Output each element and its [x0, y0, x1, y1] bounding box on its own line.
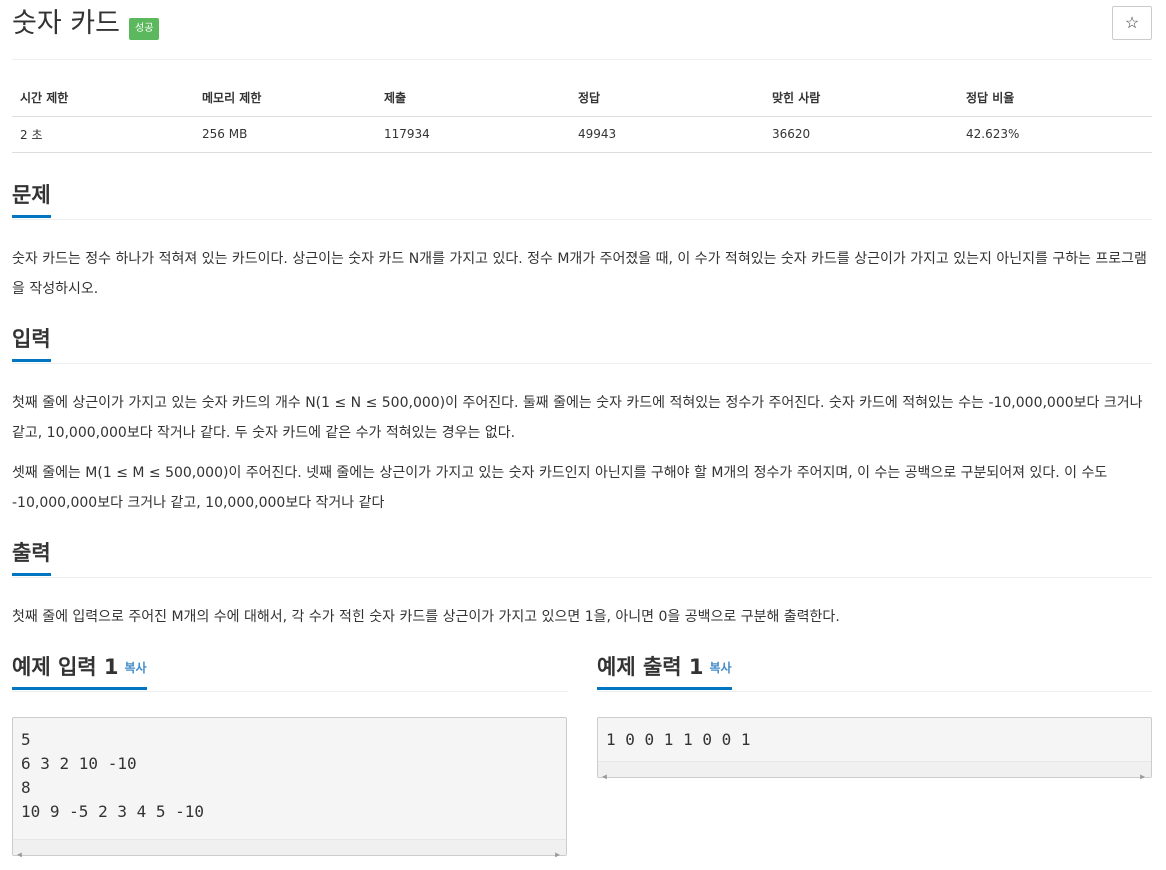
star-icon: ☆ [1124, 15, 1140, 32]
input-description-2: 셋째 줄에는 M(1 ≤ M ≤ 500,000)이 주어진다. 넷째 줄에는 … [12, 465, 1108, 511]
input-description-1: 첫째 줄에 상근이가 가지고 있는 숫자 카드의 개수 N(1 ≤ N ≤ 50… [12, 395, 1143, 441]
scroll-left-icon[interactable]: ◀ [602, 765, 607, 789]
sample-input-box[interactable]: 5 6 3 2 10 -10 8 10 9 -5 2 3 4 5 -10 ◀ ▶ [12, 717, 567, 859]
output-description: 첫째 줄에 입력으로 주어진 M개의 수에 대해서, 각 수가 적힌 숫자 카드… [12, 609, 840, 625]
scroll-right-icon[interactable]: ▶ [1140, 765, 1145, 789]
sample-input-scrollbar[interactable]: ◀ ▶ [13, 839, 566, 859]
header-accepted: 정답 [570, 80, 764, 117]
header-solved-users: 맞힌 사람 [764, 80, 958, 117]
copy-sample-output-button[interactable]: 복사 [710, 661, 732, 675]
output-section-header: 출력 [12, 538, 1152, 578]
input-section-title: 입력 [12, 324, 51, 362]
value-solved-users: 36620 [764, 116, 958, 153]
problem-description: 숫자 카드는 정수 하나가 적혀져 있는 카드이다. 상근이는 숫자 카드 N개… [12, 251, 1147, 297]
sample-output-scrollbar[interactable]: ◀ ▶ [598, 761, 1151, 781]
table-row: 2 초 256 MB 117934 49943 36620 42.623% [12, 116, 1152, 153]
copy-sample-input-button[interactable]: 복사 [125, 661, 147, 675]
sample-output-content: 1 0 0 1 1 0 0 1 [606, 730, 751, 749]
star-button[interactable]: ☆ [1112, 6, 1152, 40]
table-header-row: 시간 제한 메모리 제한 제출 정답 맞힌 사람 정답 비율 [12, 80, 1152, 117]
problem-section-title: 문제 [12, 180, 51, 218]
scroll-right-icon[interactable]: ▶ [555, 843, 560, 867]
header-time-limit: 시간 제한 [12, 80, 194, 117]
problem-title: 숫자 카드 [12, 8, 120, 39]
sample-output-box[interactable]: 1 0 0 1 1 0 0 1 ◀ ▶ [597, 717, 1152, 781]
header-submissions: 제출 [376, 80, 570, 117]
sample-input-header: 예제 입력 1 복사 [12, 652, 568, 692]
value-accepted: 49943 [570, 116, 764, 153]
status-badge: 성공 [129, 18, 160, 40]
sample-output-title: 예제 출력 1 복사 [597, 652, 732, 690]
problem-section-header: 문제 [12, 180, 1152, 220]
sample-output-header: 예제 출력 1 복사 [597, 652, 1152, 692]
header-memory-limit: 메모리 제한 [194, 80, 376, 117]
value-submissions: 117934 [376, 116, 570, 153]
problem-info-table: 시간 제한 메모리 제한 제출 정답 맞힌 사람 정답 비율 2 초 256 M… [12, 80, 1152, 153]
problem-header: 숫자 카드 성공 ☆ [12, 6, 1152, 60]
header-accept-ratio: 정답 비율 [958, 80, 1152, 117]
value-memory-limit: 256 MB [194, 116, 376, 153]
sample-input-title: 예제 입력 1 복사 [12, 652, 147, 690]
value-accept-ratio: 42.623% [958, 116, 1152, 153]
input-section-header: 입력 [12, 324, 1152, 364]
output-section-title: 출력 [12, 538, 51, 576]
sample-input-title-text: 예제 입력 1 [12, 655, 119, 679]
value-time-limit: 2 초 [12, 116, 194, 153]
sample-output-title-text: 예제 출력 1 [597, 655, 704, 679]
scroll-left-icon[interactable]: ◀ [17, 843, 22, 867]
sample-input-content: 5 6 3 2 10 -10 8 10 9 -5 2 3 4 5 -10 [21, 730, 205, 821]
